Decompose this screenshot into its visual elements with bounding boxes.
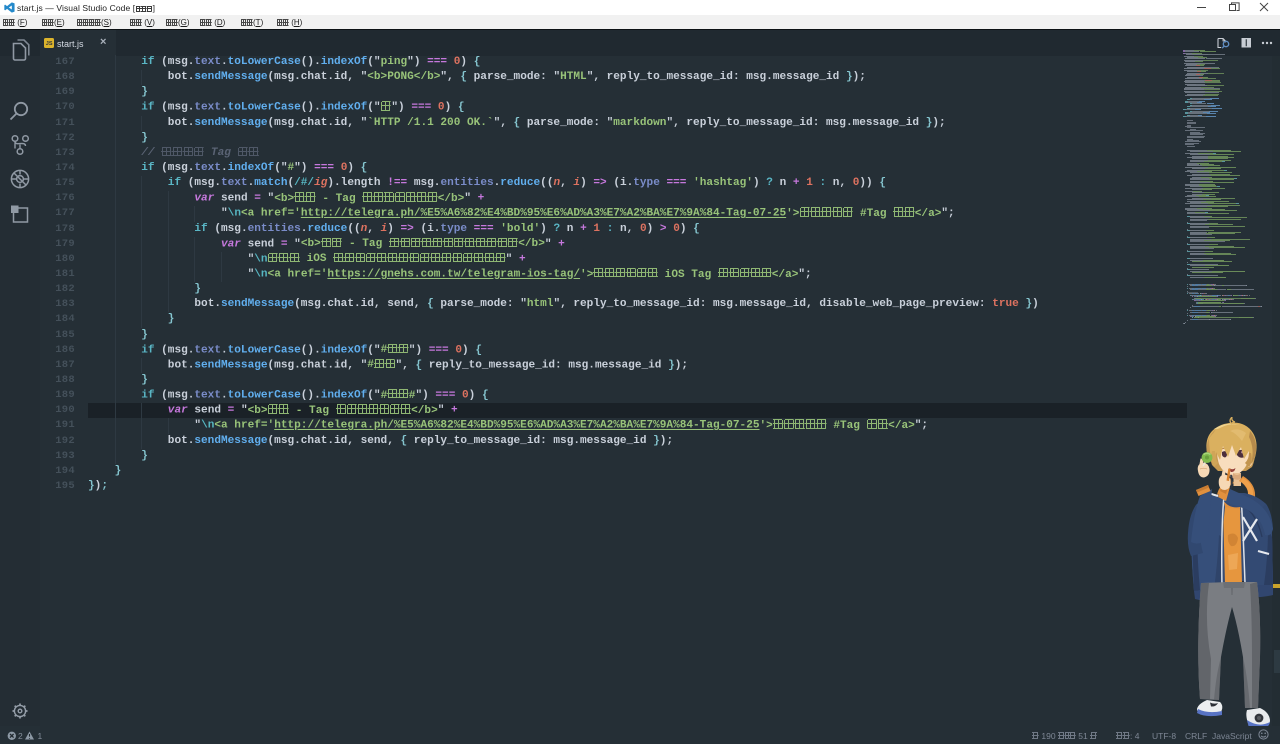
svg-text:1: 1 (38, 731, 43, 741)
svg-text:2: 2 (18, 731, 23, 741)
